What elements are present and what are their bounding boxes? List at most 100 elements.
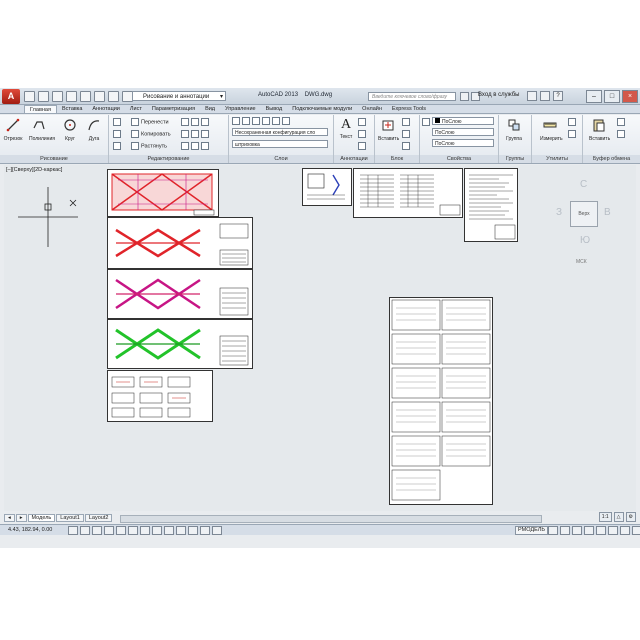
lineweight-select[interactable]: ПоСлою — [432, 128, 494, 136]
stretch-button[interactable]: Растянуть — [131, 142, 167, 150]
drawing-sheet-c[interactable] — [464, 168, 518, 242]
ducs-icon[interactable] — [152, 526, 162, 535]
tab-layout2[interactable]: Layout2 — [84, 514, 113, 522]
select-all-icon[interactable] — [568, 130, 576, 138]
mirror-icon[interactable] — [113, 142, 121, 150]
undo-icon[interactable] — [94, 91, 105, 102]
tab-layout[interactable]: Лист — [125, 105, 147, 113]
match-properties-icon[interactable] — [422, 118, 430, 126]
rotate-icon[interactable] — [113, 130, 121, 138]
grid-icon[interactable] — [80, 526, 90, 535]
drawing-sheet-specification[interactable] — [389, 297, 493, 505]
move-button[interactable]: Перенести — [131, 118, 169, 126]
tab-express-tools[interactable]: Express Tools — [387, 105, 431, 113]
scale-icon[interactable] — [181, 130, 189, 138]
viewcube-west[interactable]: З — [556, 207, 562, 218]
block-insert-button[interactable]: Вставить — [378, 118, 399, 142]
tab-nav-first-icon[interactable]: ◂ — [4, 514, 15, 522]
tab-model[interactable]: Модель — [27, 514, 56, 522]
erase-icon[interactable] — [113, 118, 121, 126]
steering-wheel-icon[interactable] — [596, 526, 606, 535]
drawing-sheet-details[interactable] — [107, 370, 213, 422]
extend-icon[interactable] — [191, 118, 199, 126]
trim-icon[interactable] — [181, 118, 189, 126]
quick-view-drawings-icon[interactable] — [560, 526, 570, 535]
polyline-button[interactable]: Полилиния — [29, 118, 55, 142]
array-icon[interactable] — [191, 130, 199, 138]
tab-insert[interactable]: Вставка — [57, 105, 87, 113]
block-create-icon[interactable] — [402, 118, 410, 126]
minimize-icon[interactable]: – — [586, 90, 602, 103]
ortho-icon[interactable] — [92, 526, 102, 535]
pan-icon[interactable] — [572, 526, 582, 535]
tab-online[interactable]: Онлайн — [357, 105, 387, 113]
viewport-controls[interactable]: [–][Сверху][2D-каркас] — [6, 167, 62, 173]
maximize-icon[interactable]: □ — [604, 90, 620, 103]
application-menu-button[interactable]: A — [2, 89, 20, 104]
group-button[interactable]: Группа — [504, 118, 524, 142]
explode-icon[interactable] — [181, 142, 189, 150]
line-button[interactable]: Отрезок — [3, 118, 23, 142]
annotation-visibility-icon[interactable]: △ — [613, 512, 624, 522]
circle-button[interactable]: Круг — [60, 118, 80, 142]
block-edit-icon[interactable] — [402, 130, 410, 138]
coordinates-readout[interactable]: 4.43, 182.94, 0.00 — [8, 526, 52, 534]
selection-cycling-icon[interactable] — [212, 526, 222, 535]
save-as-icon[interactable] — [66, 91, 77, 102]
color-select[interactable]: ПоСлою — [432, 117, 494, 125]
viewcube-wcs[interactable]: МСК — [576, 259, 587, 265]
copy-clip-icon[interactable] — [617, 130, 625, 138]
polar-icon[interactable] — [104, 526, 114, 535]
drawing-sheet-a[interactable] — [302, 168, 352, 206]
tab-plugins[interactable]: Подключаемые модули — [287, 105, 357, 113]
osnap-icon[interactable] — [116, 526, 126, 535]
autoscale-icon[interactable]: ⚙ — [625, 512, 636, 522]
drawing-sheet-red-2[interactable] — [107, 217, 253, 269]
exchange-icon[interactable] — [527, 91, 537, 101]
new-icon[interactable] — [24, 91, 35, 102]
transparency-icon[interactable] — [188, 526, 198, 535]
viewcube-south[interactable]: Ю — [580, 235, 590, 246]
workspace-switch-icon[interactable] — [620, 526, 630, 535]
measure-button[interactable]: Измерить — [540, 118, 563, 142]
tab-nav-next-icon[interactable]: ▸ — [15, 514, 27, 522]
block-attribute-icon[interactable] — [402, 142, 410, 150]
layer-properties-icon[interactable] — [232, 117, 240, 125]
arc-button[interactable]: Дуга — [84, 118, 104, 142]
showmotion-icon[interactable] — [608, 526, 618, 535]
search-input[interactable]: Введите ключевое слово/фразу — [368, 92, 456, 101]
drawing-sheet-red-1[interactable] — [107, 169, 219, 217]
layer-state-select[interactable]: Несохраненная конфигурация сло — [232, 128, 328, 136]
copy-button[interactable]: Копировать — [131, 130, 171, 138]
star-icon[interactable] — [540, 91, 550, 101]
drawing-sheet-green[interactable] — [107, 319, 253, 369]
offset-icon[interactable] — [201, 130, 209, 138]
lock-icon[interactable] — [632, 526, 640, 535]
lineweight-icon[interactable] — [176, 526, 186, 535]
layer-select[interactable]: штриховка — [232, 140, 328, 148]
otrack-icon[interactable] — [140, 526, 150, 535]
tab-layout1[interactable]: Layout1 — [56, 514, 84, 522]
tab-annotate[interactable]: Аннотации — [87, 105, 125, 113]
help-icon[interactable]: ? — [553, 91, 563, 101]
layer-off-icon[interactable] — [262, 117, 270, 125]
horizontal-scrollbar[interactable] — [120, 515, 542, 523]
close-icon[interactable]: × — [622, 90, 638, 103]
table-icon[interactable] — [358, 142, 366, 150]
quick-view-layouts-icon[interactable] — [548, 526, 558, 535]
tab-home[interactable]: Главная — [24, 105, 57, 113]
viewcube-face[interactable]: Верх — [570, 201, 598, 227]
linetype-select[interactable]: ПоСлою — [432, 139, 494, 147]
zoom-icon[interactable] — [584, 526, 594, 535]
redo-icon[interactable] — [108, 91, 119, 102]
quick-properties-icon[interactable] — [200, 526, 210, 535]
open-icon[interactable] — [38, 91, 49, 102]
drawing-viewport[interactable]: [–][Сверху][2D-каркас] С З В Верх Ю МСК — [4, 165, 636, 511]
annotation-scale[interactable]: 1:1 — [598, 512, 612, 522]
break-icon[interactable] — [201, 142, 209, 150]
layer-lock-icon[interactable] — [252, 117, 260, 125]
quickcalc-icon[interactable] — [568, 118, 576, 126]
viewcube-east[interactable]: В — [604, 207, 611, 218]
snap-icon[interactable] — [68, 526, 78, 535]
dyn-icon[interactable] — [164, 526, 174, 535]
